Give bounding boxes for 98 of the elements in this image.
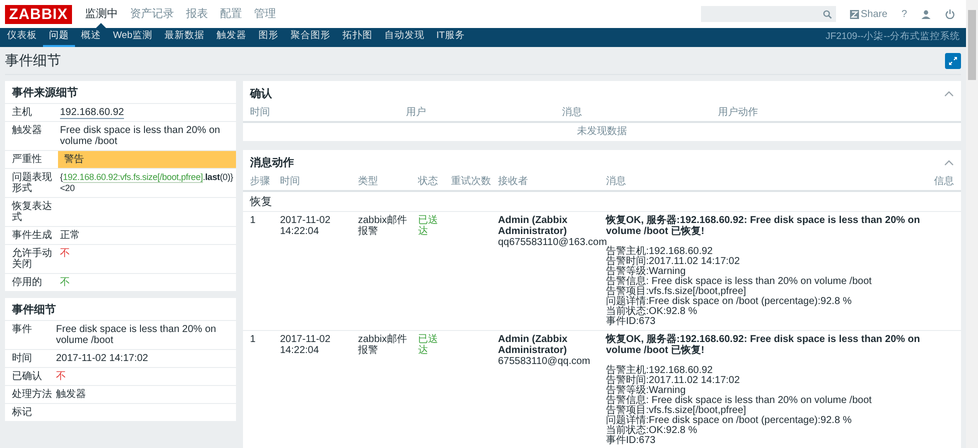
logo[interactable]: ZABBIX bbox=[5, 4, 72, 24]
collapse-icon[interactable] bbox=[944, 91, 954, 97]
message-line: 事件ID:673 bbox=[606, 436, 656, 446]
recipient-email: qq675583110@163.com bbox=[498, 237, 606, 248]
panel-title: 事件细节 bbox=[11, 302, 57, 318]
page-title: 事件细节 bbox=[5, 51, 61, 70]
field-label: 停用的 bbox=[12, 277, 42, 288]
column-header: 步骤 bbox=[250, 176, 270, 187]
panel-title: 消息动作 bbox=[250, 156, 294, 170]
column-header: 类型 bbox=[358, 176, 378, 187]
zabbix-share-icon bbox=[850, 10, 859, 18]
search-icon[interactable] bbox=[822, 10, 832, 18]
column-header: 用户动作 bbox=[718, 107, 758, 118]
table-cell: 2017-11-02 14:22:04 bbox=[280, 215, 330, 237]
field-value: Free disk space is less than 20% on volume /boot bbox=[60, 125, 220, 147]
message-line: 告警信息: Free disk space is less than 20% on volume /boot bbox=[606, 277, 872, 287]
sub-menu-item[interactable]: 概述 bbox=[75, 28, 107, 47]
column-header: 用户 bbox=[406, 107, 426, 118]
sub-menu-item[interactable]: 问题 bbox=[43, 28, 75, 47]
scrollbar[interactable] bbox=[966, 0, 978, 448]
panel-title: 事件来源细节 bbox=[11, 86, 79, 101]
panel-title: 确认 bbox=[250, 87, 272, 101]
sub-menu-item[interactable]: 图形 bbox=[252, 28, 284, 47]
empty-message: 未发现数据 bbox=[577, 126, 627, 138]
table-cell: zabbix邮件报警 bbox=[358, 215, 407, 237]
recipient-email: 675583110@qq.com bbox=[498, 356, 592, 367]
recipient-name: Admin (Zabbix Administrator) bbox=[498, 334, 568, 356]
message-line: 问题详情:Free disk space on /boot (percentage):92.8 % bbox=[606, 416, 852, 426]
message-subject: 恢复OK, 服务器:192.168.60.92: Free disk space is less than 20% on volume /boot 已恢复! bbox=[606, 215, 922, 237]
power-icon[interactable] bbox=[945, 9, 955, 19]
sub-menu-item[interactable]: Web监测 bbox=[107, 28, 158, 47]
sub-menu-item[interactable]: 触发器 bbox=[210, 28, 252, 47]
column-header: 状态 bbox=[418, 176, 438, 187]
search-field[interactable] bbox=[700, 6, 836, 22]
collapse-icon[interactable] bbox=[944, 160, 954, 166]
field-label: 时间 bbox=[12, 353, 32, 364]
sub-menu-item[interactable]: 拓扑图 bbox=[336, 28, 378, 47]
sub-menu-item[interactable]: 聚合图形 bbox=[284, 28, 336, 47]
column-header: 消息 bbox=[562, 107, 582, 118]
table-cell: zabbix邮件报警 bbox=[358, 334, 407, 356]
status-text: 已送达 bbox=[418, 215, 438, 237]
sub-menu-item[interactable]: 仪表板 bbox=[1, 28, 43, 47]
recipient-name: Admin (Zabbix Administrator) bbox=[498, 215, 568, 237]
flag-value: 不 bbox=[60, 248, 70, 259]
column-header: 时间 bbox=[280, 176, 300, 187]
message-line: 当前状态:OK:92.8 % bbox=[606, 426, 698, 436]
column-header: 信息 bbox=[934, 176, 954, 187]
field-label: 主机 bbox=[12, 107, 32, 118]
field-label: 事件 bbox=[12, 324, 32, 335]
column-header: 重试次数 bbox=[451, 176, 491, 187]
host-link[interactable]: 192.168.60.92 bbox=[60, 107, 124, 119]
message-line: 告警主机:192.168.60.92 bbox=[606, 366, 713, 376]
field-value: 触发器 bbox=[56, 389, 86, 400]
status-text: 已送达 bbox=[418, 334, 438, 356]
message-line: 告警项目:vfs.fs.size[/boot,pfree] bbox=[606, 406, 746, 416]
group-label: 恢复 bbox=[250, 196, 272, 208]
help-button[interactable]: ? bbox=[901, 6, 907, 22]
field-label: 问题表现形式 bbox=[12, 172, 52, 194]
user-icon[interactable] bbox=[921, 10, 931, 18]
field-label: 严重性 bbox=[12, 154, 42, 165]
field-value: 2017-11-02 14:17:02 bbox=[56, 353, 148, 364]
field-label: 事件生成 bbox=[12, 230, 52, 241]
field-label: 恢复表达式 bbox=[12, 201, 52, 223]
message-line: 告警信息: Free disk space is less than 20% on volume /boot bbox=[606, 396, 872, 406]
sub-menu-item[interactable]: IT服务 bbox=[430, 28, 471, 47]
column-header: 接收者 bbox=[498, 176, 528, 187]
sub-menu-item[interactable]: 自动发现 bbox=[378, 28, 430, 47]
field-label: 标记 bbox=[12, 407, 32, 418]
fullscreen-button[interactable] bbox=[945, 52, 961, 68]
message-line: 问题详情:Free disk space on /boot (percentage):92.8 % bbox=[606, 297, 852, 307]
server-name: JF2109--小柒--分布式监控系统 bbox=[826, 30, 960, 44]
table-cell: 1 bbox=[250, 334, 256, 345]
severity-value: 警告 bbox=[58, 151, 236, 168]
message-line: 告警等级:Warning bbox=[606, 267, 686, 277]
field-label: 触发器 bbox=[12, 125, 42, 136]
table-cell: 1 bbox=[250, 215, 256, 226]
flag-value: 不 bbox=[60, 277, 70, 288]
table-cell: 2017-11-02 14:22:04 bbox=[280, 334, 330, 356]
message-line: 告警等级:Warning bbox=[606, 386, 686, 396]
field-value: 正常 bbox=[60, 230, 80, 241]
field-label: 处理方法 bbox=[12, 389, 52, 400]
column-header: 消息 bbox=[606, 176, 626, 187]
field-label: 已确认 bbox=[12, 371, 42, 382]
message-line: 告警项目:vfs.fs.size[/boot,pfree] bbox=[606, 287, 746, 297]
message-line: 当前状态:OK:92.8 % bbox=[606, 307, 698, 317]
message-line: 告警时间:2017.11.02 14:17:02 bbox=[606, 376, 740, 386]
message-line: 告警时间:2017.11.02 14:17:02 bbox=[606, 257, 740, 267]
sub-menu-item[interactable]: 最新数据 bbox=[158, 28, 210, 47]
flag-value: 不 bbox=[56, 371, 66, 382]
main-menu-item[interactable]: 管理 bbox=[248, 0, 282, 28]
field-label: 允许手动关闭 bbox=[12, 248, 52, 270]
message-line: 事件ID:673 bbox=[606, 317, 656, 327]
expand-icon bbox=[948, 56, 958, 66]
field-value: Free disk space is less than 20% on volume /boot bbox=[56, 324, 216, 346]
trigger-expression: {192.168.60.92:vfs.fs.size[/boot,pfree].last(0)}<20 bbox=[60, 172, 234, 194]
message-line: 告警主机:192.168.60.92 bbox=[606, 247, 713, 257]
message-subject: 恢复OK, 服务器:192.168.60.92: Free disk space is less than 20% on volume /boot 已恢复! bbox=[606, 334, 922, 356]
column-header: 时间 bbox=[250, 107, 270, 118]
